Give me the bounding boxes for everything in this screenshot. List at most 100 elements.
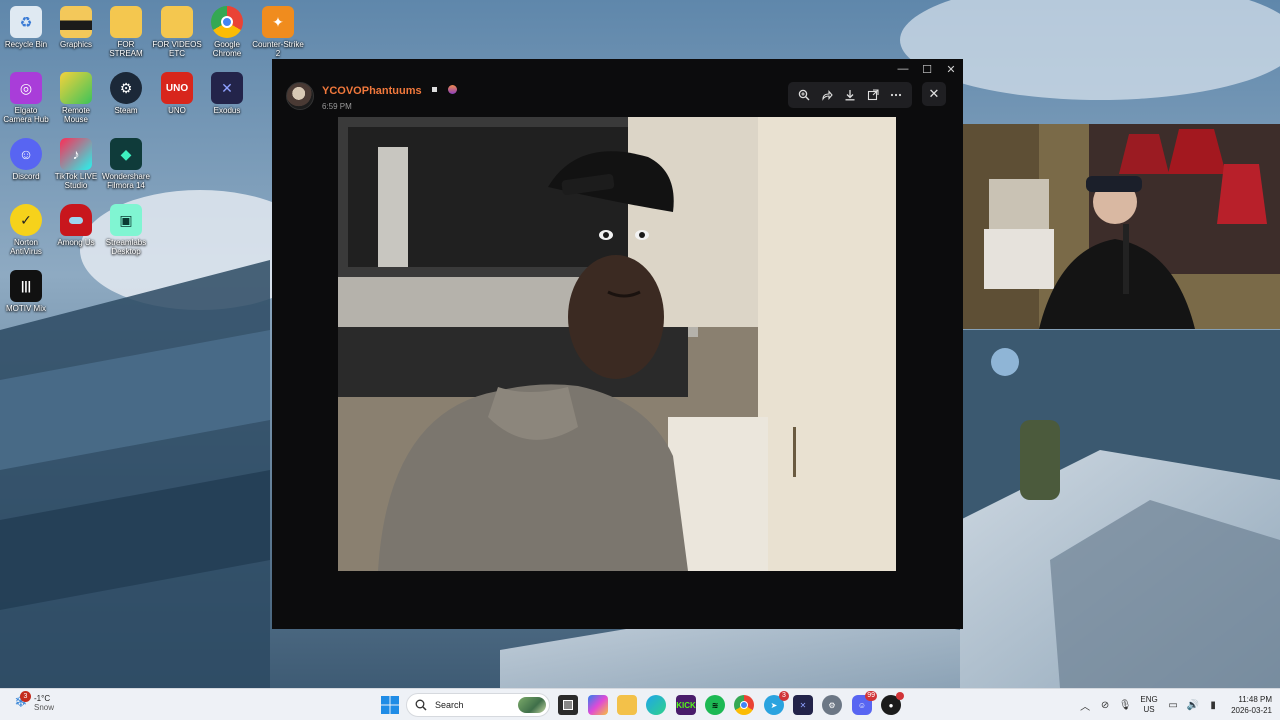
desktop-icon-google-chrome[interactable]: Google Chrome bbox=[201, 2, 253, 58]
desktop-icon-remote-mouse[interactable]: Remote Mouse bbox=[50, 68, 102, 124]
region-code: US bbox=[1143, 705, 1155, 714]
streamlabs-icon: ▣ bbox=[110, 204, 142, 236]
folder-icon bbox=[60, 6, 92, 38]
avatar[interactable] bbox=[286, 82, 314, 110]
taskbar: ❄ 3 -1°C Snow Search KICK ≋ ➤ 3 ✕ ⚙ ☺ 99 ●… bbox=[0, 688, 1280, 720]
desktop-icon-label: Remote Mouse bbox=[61, 106, 90, 124]
clock[interactable]: 11:48 PM 2026-03-21 bbox=[1231, 694, 1272, 716]
desktop-icon-label: MOTIV Mix bbox=[6, 304, 46, 313]
window-controls: — ☐ ✕ bbox=[891, 59, 963, 79]
forward-icon[interactable] bbox=[817, 85, 837, 105]
window-close-button[interactable]: ✕ bbox=[939, 59, 963, 79]
desktop-icon-graphics[interactable]: Graphics bbox=[50, 2, 102, 49]
more-icon[interactable] bbox=[886, 85, 906, 105]
edge-icon[interactable] bbox=[646, 695, 666, 715]
desktop-icon-label: Wondershare Filmora 14 bbox=[102, 172, 150, 190]
input-language[interactable]: ENG US bbox=[1135, 695, 1163, 715]
webcam-feed bbox=[929, 124, 1280, 329]
desktop-icon-discord[interactable]: ☺ Discord bbox=[0, 134, 52, 181]
system-tray: ︿ ⊘ 🎙 ENG US ▭ 🔊 ▮ 11:48 PM 2026-03-21 bbox=[1075, 689, 1272, 720]
weather-temperature: -1°C bbox=[34, 694, 51, 703]
shared-photo[interactable] bbox=[338, 117, 896, 571]
start-button[interactable] bbox=[380, 695, 400, 715]
desktop-icon-motiv-mix[interactable]: ||| MOTIV Mix bbox=[0, 266, 52, 313]
notification-badge: 3 bbox=[779, 691, 789, 701]
discord-taskbar-icon[interactable]: ☺ 99 bbox=[852, 691, 877, 715]
desktop-icon-tiktok-live-studio[interactable]: ♪ TikTok LIVE Studio bbox=[50, 134, 102, 190]
display-icon[interactable]: ▭ bbox=[1163, 700, 1183, 711]
discord-icon: ☺ bbox=[10, 138, 42, 170]
among-us-icon bbox=[60, 204, 92, 236]
weather-text: -1°C Snow bbox=[34, 694, 54, 712]
desktop-icon-streamlabs[interactable]: ▣ Streamlabs Desktop bbox=[100, 200, 152, 256]
desktop-icon-elgato-camera-hub[interactable]: ◎ Elgato Camera Hub bbox=[0, 68, 52, 124]
desktop-icon-exodus[interactable]: ✕ Exodus bbox=[201, 68, 253, 115]
desktop-icon-norton[interactable]: ✓ Norton AntiVirus bbox=[0, 200, 52, 256]
folder-icon bbox=[110, 6, 142, 38]
filmora-icon: ◆ bbox=[110, 138, 142, 170]
desktop-icon-for-videos[interactable]: FOR VIDEOS ETC bbox=[151, 2, 203, 58]
desktop-icon-label: FOR VIDEOS ETC bbox=[152, 40, 202, 58]
desktop-icon-label: UNO bbox=[168, 106, 186, 115]
download-icon[interactable] bbox=[840, 85, 860, 105]
kick-icon[interactable]: KICK bbox=[676, 695, 696, 715]
clock-time: 11:48 PM bbox=[1238, 695, 1272, 704]
battery-icon[interactable]: ▮ bbox=[1203, 700, 1223, 711]
desktop-icon-label: FOR STREAM bbox=[109, 40, 143, 58]
minimize-button[interactable]: — bbox=[891, 59, 915, 79]
settings-icon[interactable]: ⚙ bbox=[822, 695, 842, 715]
desktop-icon-filmora[interactable]: ◆ Wondershare Filmora 14 bbox=[100, 134, 152, 190]
desktop-icon-label: Elgato Camera Hub bbox=[3, 106, 49, 124]
desktop-icon-label: Counter-Strike 2 bbox=[252, 40, 304, 58]
task-view-icon[interactable] bbox=[558, 695, 578, 715]
volume-icon[interactable]: 🔊 bbox=[1183, 700, 1203, 711]
maximize-button[interactable]: ☐ bbox=[915, 59, 939, 79]
chrome-icon bbox=[211, 6, 243, 38]
author-info: YCOVOPhantuums 6:59 PM bbox=[322, 81, 457, 111]
folder-icon bbox=[161, 6, 193, 38]
language-code: ENG bbox=[1140, 695, 1158, 704]
chevron-up-icon[interactable]: ︿ bbox=[1075, 698, 1095, 713]
photo-content bbox=[338, 117, 896, 571]
taskbar-search[interactable]: Search bbox=[406, 693, 550, 717]
obs-icon[interactable]: ● bbox=[881, 692, 904, 715]
microphone-icon[interactable]: 🎙 bbox=[1115, 700, 1135, 711]
server-tag-icon bbox=[447, 85, 457, 95]
author-name[interactable]: YCOVOPhantuums bbox=[322, 85, 422, 97]
post-timestamp: 6:59 PM bbox=[322, 102, 352, 111]
close-icon[interactable]: ✕ bbox=[922, 82, 946, 106]
discord-image-viewer-window[interactable]: — ☐ ✕ YCOVOPhantuums 6:59 PM ✕ bbox=[272, 59, 963, 629]
search-highlight-image bbox=[518, 697, 546, 713]
network-off-icon[interactable]: ⊘ bbox=[1095, 700, 1115, 711]
desktop-icon-for-stream[interactable]: FOR STREAM bbox=[100, 2, 152, 58]
desktop-icon-uno[interactable]: UNO UNO bbox=[151, 68, 203, 115]
exodus-icon: ✕ bbox=[211, 72, 243, 104]
desktop-icon-label: Recycle Bin bbox=[4, 40, 48, 49]
counter-strike-icon: ✦ bbox=[262, 6, 294, 38]
exodus-taskbar-icon[interactable]: ✕ bbox=[793, 695, 813, 715]
desktop-icon-label: Steam bbox=[114, 106, 138, 115]
desktop-icon-among-us[interactable]: Among Us bbox=[50, 200, 102, 247]
recycle-bin-icon: ♻ bbox=[10, 6, 42, 38]
desktop-icon-recycle-bin[interactable]: ♻ Recycle Bin bbox=[0, 2, 52, 49]
notification-badge: 99 bbox=[865, 691, 877, 701]
spotify-icon[interactable]: ≋ bbox=[705, 695, 725, 715]
file-explorer-icon[interactable] bbox=[617, 695, 637, 715]
zoom-icon[interactable] bbox=[794, 85, 814, 105]
snow-icon: ❄ 3 bbox=[10, 691, 32, 714]
recording-badge bbox=[896, 692, 904, 700]
weather-widget[interactable]: ❄ 3 -1°C Snow bbox=[10, 691, 54, 714]
desktop-icon-label: Discord bbox=[12, 172, 40, 181]
badge-icon bbox=[432, 87, 438, 93]
search-icon bbox=[415, 699, 427, 711]
desktop-icon-grid: ♻ Recycle Bin Graphics FOR STREAM FOR VI… bbox=[0, 0, 310, 330]
copilot-icon[interactable] bbox=[588, 695, 608, 715]
desktop-icon-counter-strike[interactable]: ✦ Counter-Strike 2 bbox=[252, 2, 304, 58]
desktop-icon-steam[interactable]: ⚙ Steam bbox=[100, 68, 152, 115]
message-author[interactable]: YCOVOPhantuums 6:59 PM bbox=[286, 81, 457, 111]
open-external-icon[interactable] bbox=[863, 85, 883, 105]
telegram-icon[interactable]: ➤ 3 bbox=[764, 691, 789, 715]
chrome-taskbar-icon[interactable] bbox=[734, 695, 754, 715]
webcam-overlay bbox=[929, 124, 1280, 329]
desktop-icon-label: Among Us bbox=[57, 238, 95, 247]
